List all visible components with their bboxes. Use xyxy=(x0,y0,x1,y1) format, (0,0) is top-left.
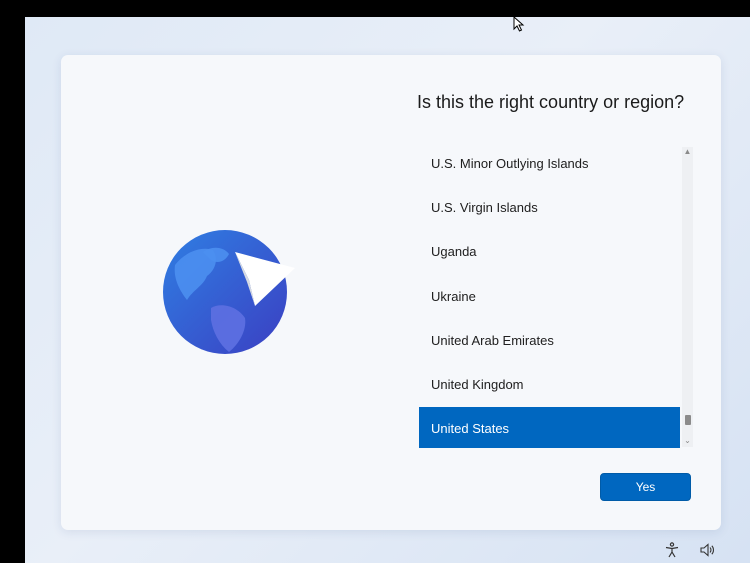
accessibility-icon[interactable] xyxy=(664,542,680,558)
mouse-cursor-icon xyxy=(513,16,525,32)
country-option[interactable]: Uganda xyxy=(419,230,680,274)
list-scrollbar[interactable]: ▲ ⌄ xyxy=(682,147,693,447)
scroll-up-icon[interactable]: ▲ xyxy=(682,147,693,157)
country-option[interactable]: U.S. Virgin Islands xyxy=(419,185,680,229)
globe-with-paper-plane-icon xyxy=(163,230,295,354)
country-option[interactable]: United States xyxy=(419,406,680,448)
country-option[interactable]: United Kingdom xyxy=(419,362,680,406)
yes-button[interactable]: Yes xyxy=(600,473,691,501)
country-option[interactable]: U.S. Minor Outlying Islands xyxy=(419,141,680,185)
scroll-down-icon[interactable]: ⌄ xyxy=(682,436,693,446)
scroll-thumb[interactable] xyxy=(685,415,691,425)
country-option[interactable]: Ukraine xyxy=(419,274,680,318)
country-option[interactable]: United Arab Emirates xyxy=(419,318,680,362)
speaker-icon[interactable] xyxy=(699,542,715,558)
country-list[interactable]: U.S. Minor Outlying Islands U.S. Virgin I… xyxy=(419,141,680,448)
page-title: Is this the right country or region? xyxy=(417,92,685,112)
